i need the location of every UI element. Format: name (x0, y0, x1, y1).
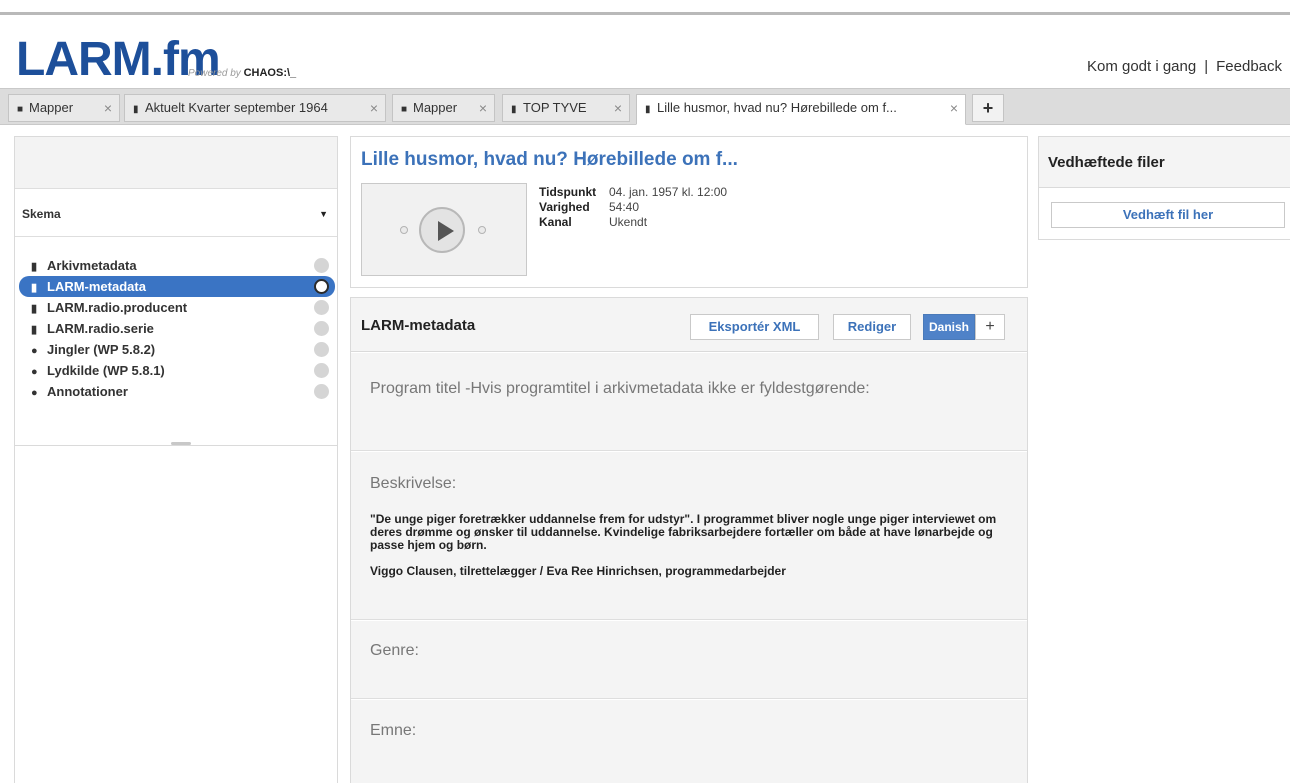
sidebar-item-jingler[interactable]: ● Jingler (WP 5.8.2) (19, 339, 335, 360)
tab-top-tyve[interactable]: ▮ TOP TYVE × (502, 94, 630, 122)
powered-by: Powered by CHAOS:\_ (188, 67, 297, 79)
metadata-header: LARM-metadata Eksportér XML Rediger Dani… (351, 298, 1027, 352)
field-genre[interactable]: Genre: (351, 621, 1027, 699)
sidebar-top (15, 137, 337, 189)
timestamp-value: 04. jan. 1957 kl. 12:00 (609, 185, 728, 199)
folder-icon: ■ (17, 104, 24, 115)
attachments-header: Vedhæftede filer (1039, 137, 1290, 188)
close-icon[interactable]: × (950, 95, 958, 121)
field-beskrivelse[interactable]: Beskrivelse: "De unge piger foretrækker … (351, 452, 1027, 620)
app-header: LARM.fm Powered by CHAOS:\_ Kom godt i g… (0, 15, 1290, 86)
schema-sidebar: Skema ▼ ▮ Arkivmetadata ▮ LARM-metadata ▮ L… (14, 136, 338, 446)
metadata-title: LARM-metadata (361, 317, 476, 334)
add-tab-button[interactable]: + (972, 94, 1004, 122)
media-meta: Tidspunkt 04. jan. 1957 kl. 12:00 Varighe… (539, 185, 728, 229)
field-program-titel[interactable]: Program titel -Hvis programtitel i arkiv… (351, 353, 1027, 451)
sidebar-item-larm-metadata[interactable]: ▮ LARM-metadata (19, 276, 335, 297)
comment-icon: ● (31, 345, 38, 357)
export-xml-button[interactable]: Eksportér XML (690, 314, 819, 340)
schema-dropdown[interactable]: Skema ▼ (15, 191, 337, 237)
language-button[interactable]: Danish (923, 314, 975, 340)
edit-button[interactable]: Rediger (833, 314, 911, 340)
status-badge (314, 342, 329, 357)
status-badge (314, 384, 329, 399)
file-icon: ▮ (31, 324, 38, 336)
status-badge (314, 279, 329, 294)
attach-file-button[interactable]: Vedhæft fil her (1051, 202, 1285, 228)
feedback-link[interactable]: Feedback (1216, 58, 1282, 75)
sidebar-item-larm-radio-serie[interactable]: ▮ LARM.radio.serie (19, 318, 335, 339)
status-badge (314, 300, 329, 315)
file-icon: ▮ (31, 282, 38, 294)
metadata-panel: LARM-metadata Eksportér XML Rediger Dani… (350, 297, 1028, 783)
status-badge (314, 321, 329, 336)
tab-lille-husmor[interactable]: ▮ Lille husmor, hvad nu? Hørebillede om f… (636, 94, 966, 125)
description-text: "De unge piger foretrækker uddannelse fr… (370, 512, 997, 578)
status-badge (314, 258, 329, 273)
header-links: Kom godt i gang | Feedback (1086, 58, 1282, 75)
close-icon[interactable]: × (104, 95, 112, 121)
sidebar-lower-area (14, 446, 338, 783)
add-language-button[interactable]: + (975, 314, 1005, 340)
forward-icon[interactable] (478, 226, 486, 234)
close-icon[interactable]: × (479, 95, 487, 121)
sidebar-item-larm-radio-producent[interactable]: ▮ LARM.radio.producent (19, 297, 335, 318)
tab-aktuelt-kvarter[interactable]: ▮ Aktuelt Kvarter september 1964 × (124, 94, 386, 122)
folder-icon: ■ (401, 104, 408, 115)
schema-list: ▮ Arkivmetadata ▮ LARM-metadata ▮ LARM.radi… (19, 255, 335, 402)
media-title: Lille husmor, hvad nu? Hørebillede om f.… (361, 149, 738, 170)
tab-mapper-2[interactable]: ■ Mapper × (392, 94, 495, 122)
caret-down-icon: ▼ (319, 209, 328, 219)
sidebar-item-annotationer[interactable]: ● Annotationer (19, 381, 335, 402)
resize-handle[interactable] (171, 442, 191, 445)
file-icon: ▮ (133, 104, 139, 115)
file-icon: ▮ (31, 303, 38, 315)
media-panel: Lille husmor, hvad nu? Hørebillede om f.… (350, 136, 1028, 288)
file-icon: ▮ (645, 104, 651, 115)
getting-started-link[interactable]: Kom godt i gang (1087, 58, 1196, 75)
tab-mapper-1[interactable]: ■ Mapper × (8, 94, 120, 122)
status-badge (314, 363, 329, 378)
duration-value: 54:40 (609, 200, 640, 214)
comment-icon: ● (31, 366, 38, 378)
field-emne[interactable]: Emne: (351, 700, 1027, 783)
file-icon: ▮ (31, 261, 38, 273)
close-icon[interactable]: × (614, 95, 622, 121)
sidebar-item-lydkilde[interactable]: ● Lydkilde (WP 5.8.1) (19, 360, 335, 381)
tab-bar: ■ Mapper × ▮ Aktuelt Kvarter september 196… (0, 88, 1290, 125)
channel-value: Ukendt (609, 215, 648, 229)
sidebar-item-arkivmetadata[interactable]: ▮ Arkivmetadata (19, 255, 335, 276)
file-icon: ▮ (511, 104, 517, 115)
close-icon[interactable]: × (370, 95, 378, 121)
rewind-icon[interactable] (400, 226, 408, 234)
comment-icon: ● (31, 387, 38, 399)
play-icon[interactable] (419, 207, 465, 253)
attachments-panel: Vedhæftede filer Vedhæft fil her (1038, 136, 1290, 240)
audio-player[interactable] (361, 183, 527, 276)
